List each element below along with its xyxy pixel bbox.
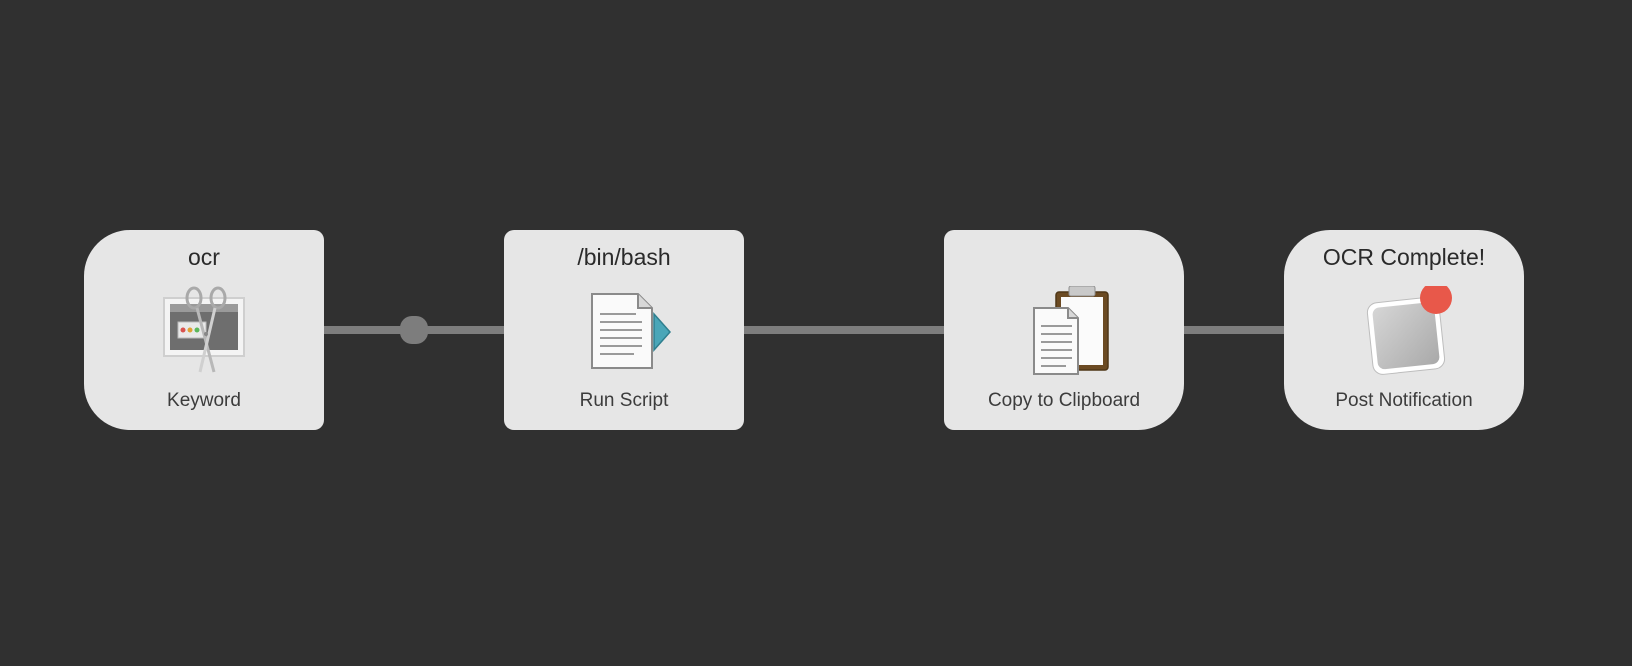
notification-node-label: Post Notification (1335, 390, 1473, 411)
keyword-node-title: ocr (188, 244, 220, 270)
notification-badge-icon (1354, 286, 1454, 376)
post-notification-node[interactable]: OCR Complete! Post Notification (1284, 230, 1524, 430)
connection-junction-dot[interactable] (400, 316, 428, 344)
screenshot-scissors-icon (154, 286, 254, 376)
run-script-node-title: /bin/bash (577, 244, 671, 270)
run-script-node[interactable]: /bin/bash Run Script (504, 230, 744, 430)
clipboard-icon (1014, 286, 1114, 376)
copy-to-clipboard-node[interactable]: Copy to Clipboard (944, 230, 1184, 430)
connector-clipboard-to-notification[interactable] (1182, 326, 1286, 334)
notification-node-title: OCR Complete! (1322, 244, 1486, 270)
script-document-icon (574, 286, 674, 376)
run-script-node-label: Run Script (579, 390, 669, 411)
keyword-node[interactable]: ocr Keyword (84, 230, 324, 430)
connector-script-to-clipboard[interactable] (742, 326, 946, 334)
workflow-canvas[interactable]: ocr Keyword /bin/bash Run Script Copy to… (0, 0, 1632, 666)
keyword-node-label: Keyword (167, 390, 241, 411)
clipboard-node-label: Copy to Clipboard (987, 390, 1141, 411)
